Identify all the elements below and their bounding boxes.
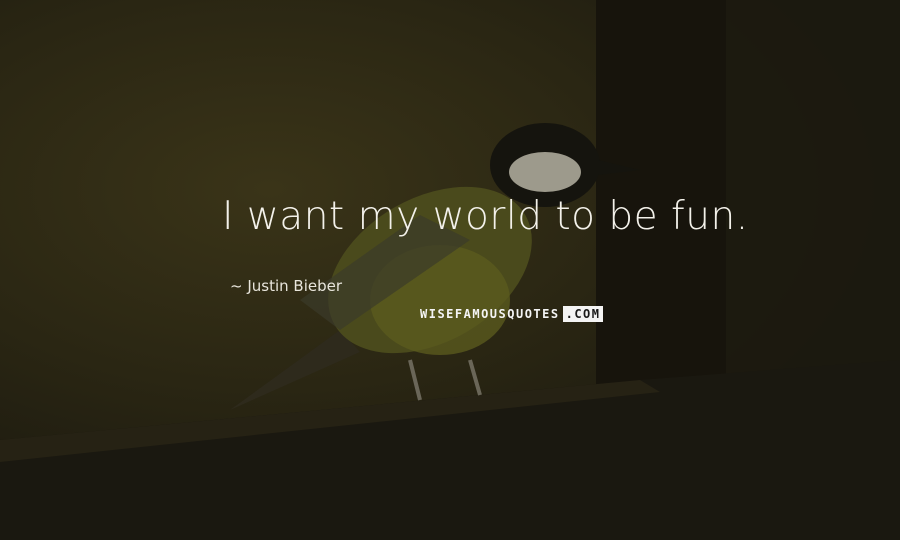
wooden-railing: [0, 360, 900, 540]
site-watermark: WISEFAMOUSQUOTES .COM: [420, 306, 603, 322]
author-tilde: ~: [230, 277, 243, 295]
quote-card: I want my world to be fun. ~ Justin Bieb…: [0, 0, 900, 540]
quote-author: ~ Justin Bieber: [230, 277, 342, 295]
watermark-name: WISEFAMOUSQUOTES: [420, 307, 560, 321]
watermark-tld: .COM: [562, 306, 603, 322]
bird-illustration: [230, 123, 640, 410]
author-name: Justin Bieber: [247, 277, 343, 295]
quote-text: I want my world to be fun.: [222, 194, 749, 239]
background-photo: [0, 0, 900, 540]
